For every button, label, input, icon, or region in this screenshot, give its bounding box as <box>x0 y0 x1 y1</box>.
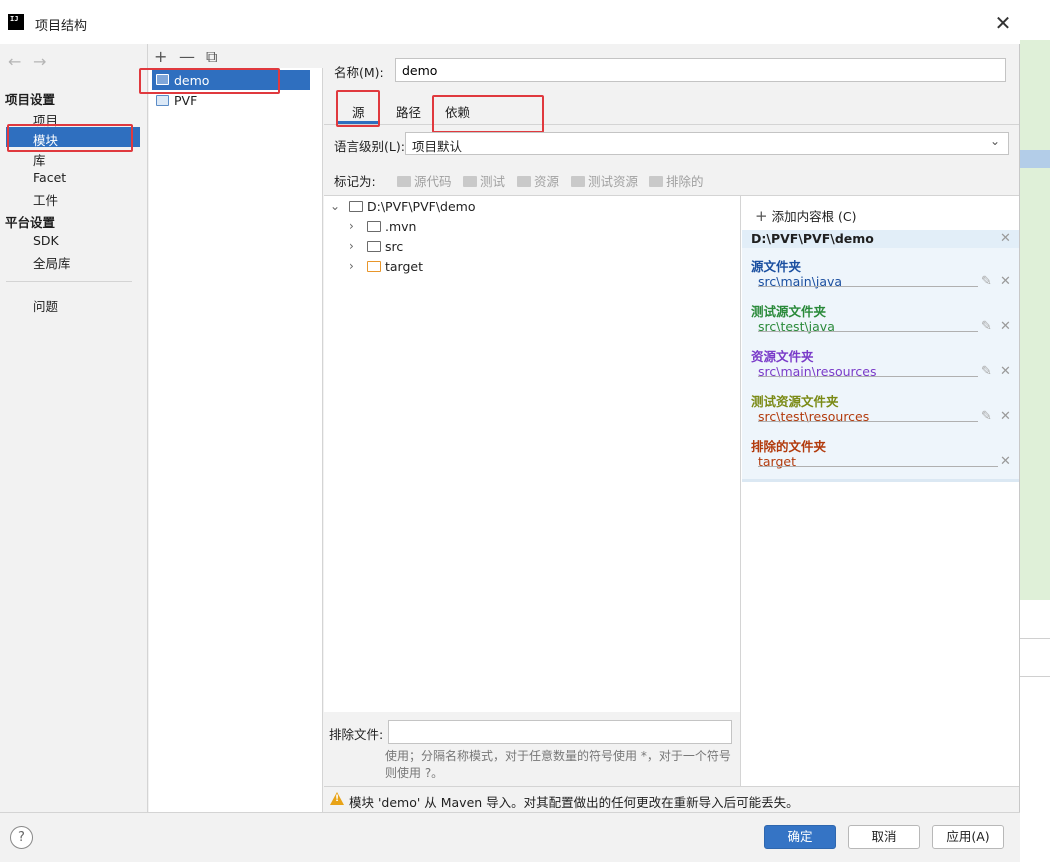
exclude-files-label: 排除文件: <box>329 727 384 742</box>
annotation-highlight-demo <box>139 68 280 94</box>
nav-item-artifacts[interactable]: 工件 <box>33 190 58 209</box>
mark-test-resources-button[interactable]: 测试资源 <box>571 171 638 190</box>
close-icon[interactable]: ✕ <box>990 10 1016 36</box>
close-icon[interactable]: ✕ <box>1000 274 1011 289</box>
chevron-right-icon[interactable]: › <box>349 239 354 253</box>
chevron-right-icon[interactable]: › <box>349 259 354 273</box>
warning-divider <box>324 786 1019 787</box>
tree-node-mvn[interactable]: .mvn <box>385 219 416 234</box>
folder-icon <box>517 176 531 187</box>
folder-icon <box>571 176 585 187</box>
copy-icon[interactable]: ⧉ <box>206 47 217 67</box>
dialog-title: 项目结构 <box>35 19 88 34</box>
path-underline <box>758 286 978 287</box>
annotation-highlight-sources-tab <box>336 90 380 127</box>
module-list-panel <box>149 44 323 812</box>
back-arrow-icon[interactable]: ← <box>8 52 21 71</box>
settings-nav <box>0 44 148 812</box>
name-label: 名称(M): <box>334 65 384 80</box>
nav-item-global-libraries[interactable]: 全局库 <box>33 253 71 272</box>
annotation-highlight-modules <box>7 124 133 152</box>
close-icon[interactable]: ✕ <box>1000 454 1011 469</box>
annotation-highlight-dependencies-tab <box>432 95 544 133</box>
module-name-input[interactable] <box>395 58 1006 82</box>
remove-icon[interactable]: — <box>179 47 195 66</box>
folder-icon <box>367 241 381 252</box>
folder-icon <box>349 201 363 212</box>
path-underline <box>758 331 978 332</box>
test-resource-folders-title: 测试资源文件夹 <box>751 394 839 409</box>
chevron-right-icon[interactable]: › <box>349 219 354 233</box>
help-button[interactable]: ? <box>10 826 33 849</box>
edit-icon[interactable]: ✎ <box>981 364 992 379</box>
close-icon[interactable]: ✕ <box>1000 231 1011 246</box>
maven-import-warning: 模块 'demo' 从 Maven 导入。对其配置做出的任何更改在重新导入后可能… <box>349 795 799 810</box>
tree-node-src[interactable]: src <box>385 239 403 254</box>
test-source-folders-title: 测试源文件夹 <box>751 304 827 319</box>
exclude-files-hint: 使用；分隔名称模式，对于任意数量的符号使用 *，对于一个符号则使用 ?。 <box>385 749 731 780</box>
folder-icon <box>367 221 381 232</box>
close-icon[interactable]: ✕ <box>1000 364 1011 379</box>
path-underline <box>758 376 978 377</box>
tree-node-target[interactable]: target <box>385 259 423 274</box>
ok-button[interactable]: 确定 <box>764 825 836 849</box>
title-bar <box>0 0 1020 44</box>
background-divider <box>1019 638 1050 639</box>
mark-sources-button[interactable]: 源代码 <box>397 171 452 190</box>
add-content-root-button[interactable]: + 添加内容根 (C) <box>755 206 857 225</box>
tab-paths[interactable]: 路径 <box>396 102 421 121</box>
forward-arrow-icon[interactable]: → <box>33 52 46 71</box>
mark-resources-button[interactable]: 资源 <box>517 171 559 190</box>
nav-item-facets[interactable]: Facet <box>33 170 66 185</box>
project-settings-header: 项目设置 <box>5 92 56 107</box>
path-underline <box>758 466 998 467</box>
chevron-down-icon[interactable]: ⌄ <box>990 134 1000 148</box>
mark-tests-button[interactable]: 测试 <box>463 171 505 190</box>
apply-button[interactable]: 应用(A) <box>932 825 1004 849</box>
excluded-folders-title: 排除的文件夹 <box>751 439 827 454</box>
nav-item-libraries[interactable]: 库 <box>33 150 46 169</box>
language-level-select[interactable]: 项目默认 <box>405 132 1009 155</box>
excluded-folder-icon <box>367 261 381 272</box>
cancel-button[interactable]: 取消 <box>848 825 920 849</box>
mark-as-label: 标记为: <box>334 174 376 189</box>
content-root-path: D:\PVF\PVF\demo <box>751 231 874 246</box>
mark-excluded-button[interactable]: 排除的 <box>649 171 704 190</box>
source-folders-title: 源文件夹 <box>751 259 802 274</box>
module-toolbar <box>149 44 323 68</box>
edit-icon[interactable]: ✎ <box>981 409 992 424</box>
background-editor-highlight <box>1019 40 1050 600</box>
add-icon[interactable]: + <box>154 47 167 66</box>
background-divider <box>1019 676 1050 677</box>
platform-settings-header: 平台设置 <box>5 215 56 230</box>
nav-item-sdk[interactable]: SDK <box>33 233 59 248</box>
tree-root-node[interactable]: D:\PVF\PVF\demo <box>367 199 475 214</box>
nav-item-problems[interactable]: 问题 <box>33 296 58 315</box>
add-icon: + <box>755 207 768 225</box>
path-underline <box>758 421 978 422</box>
module-folder-icon <box>156 95 169 106</box>
tab-divider <box>324 124 1019 125</box>
module-item-pvf[interactable]: PVF <box>174 93 197 108</box>
background-editor-selection <box>1019 150 1050 168</box>
resource-folders-title: 资源文件夹 <box>751 349 814 364</box>
close-icon[interactable]: ✕ <box>1000 319 1011 334</box>
edit-icon[interactable]: ✎ <box>981 274 992 289</box>
exclude-files-input[interactable] <box>388 720 732 744</box>
chevron-down-icon[interactable]: ⌄ <box>330 199 340 213</box>
folder-icon <box>649 176 663 187</box>
language-level-label: 语言级别(L): <box>334 139 405 154</box>
close-icon[interactable]: ✕ <box>1000 409 1011 424</box>
folder-icon <box>397 176 411 187</box>
warning-icon-mark: ! <box>335 794 340 804</box>
intellij-logo: IJ <box>8 14 24 30</box>
edit-icon[interactable]: ✎ <box>981 319 992 334</box>
nav-divider <box>6 281 132 282</box>
folder-icon <box>463 176 477 187</box>
